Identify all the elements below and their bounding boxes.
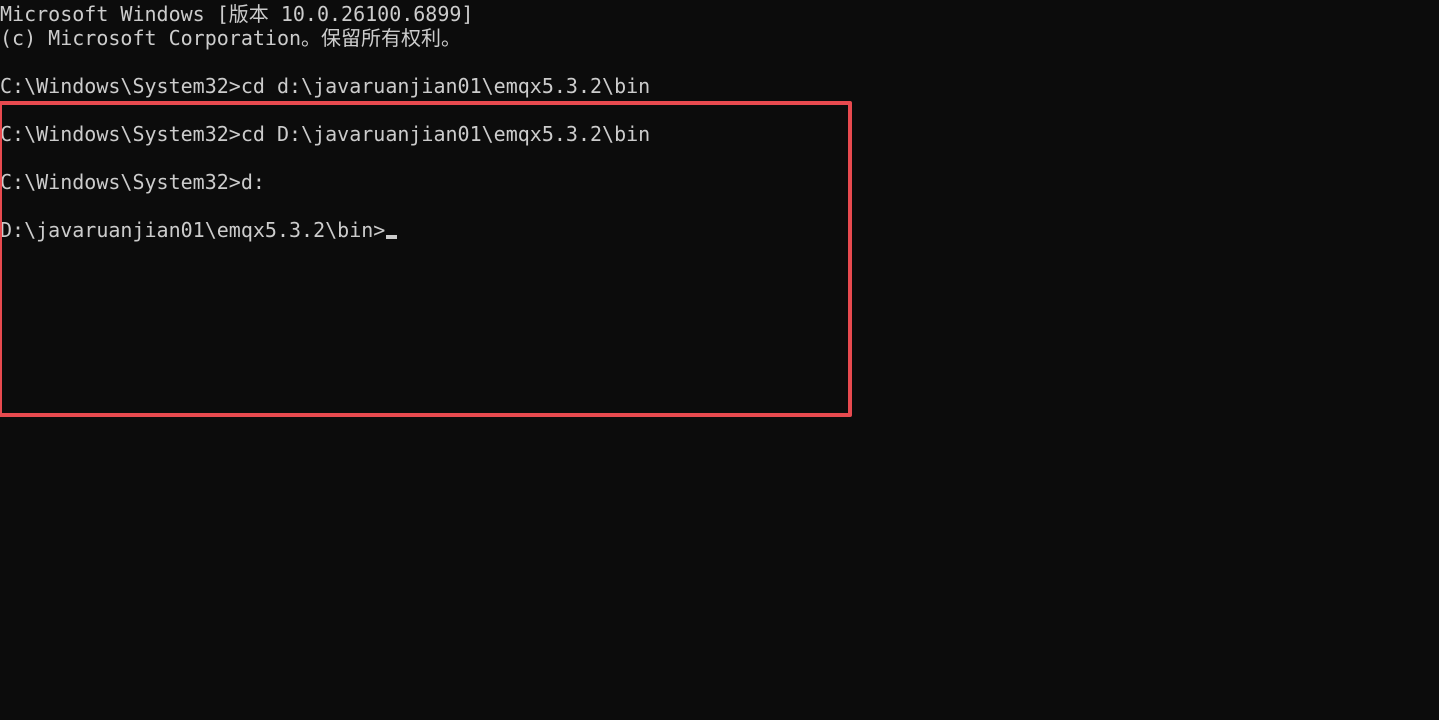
annotation-highlight-box (0, 101, 852, 417)
terminal-window[interactable]: Microsoft Windows [版本 10.0.26100.6899] (… (0, 0, 1439, 720)
terminal-line-version: Microsoft Windows [版本 10.0.26100.6899] (0, 2, 474, 26)
terminal-line-copyright: (c) Microsoft Corporation。保留所有权利。 (0, 26, 462, 50)
terminal-line-command-1: C:\Windows\System32>cd d:\javaruanjian01… (0, 74, 651, 98)
